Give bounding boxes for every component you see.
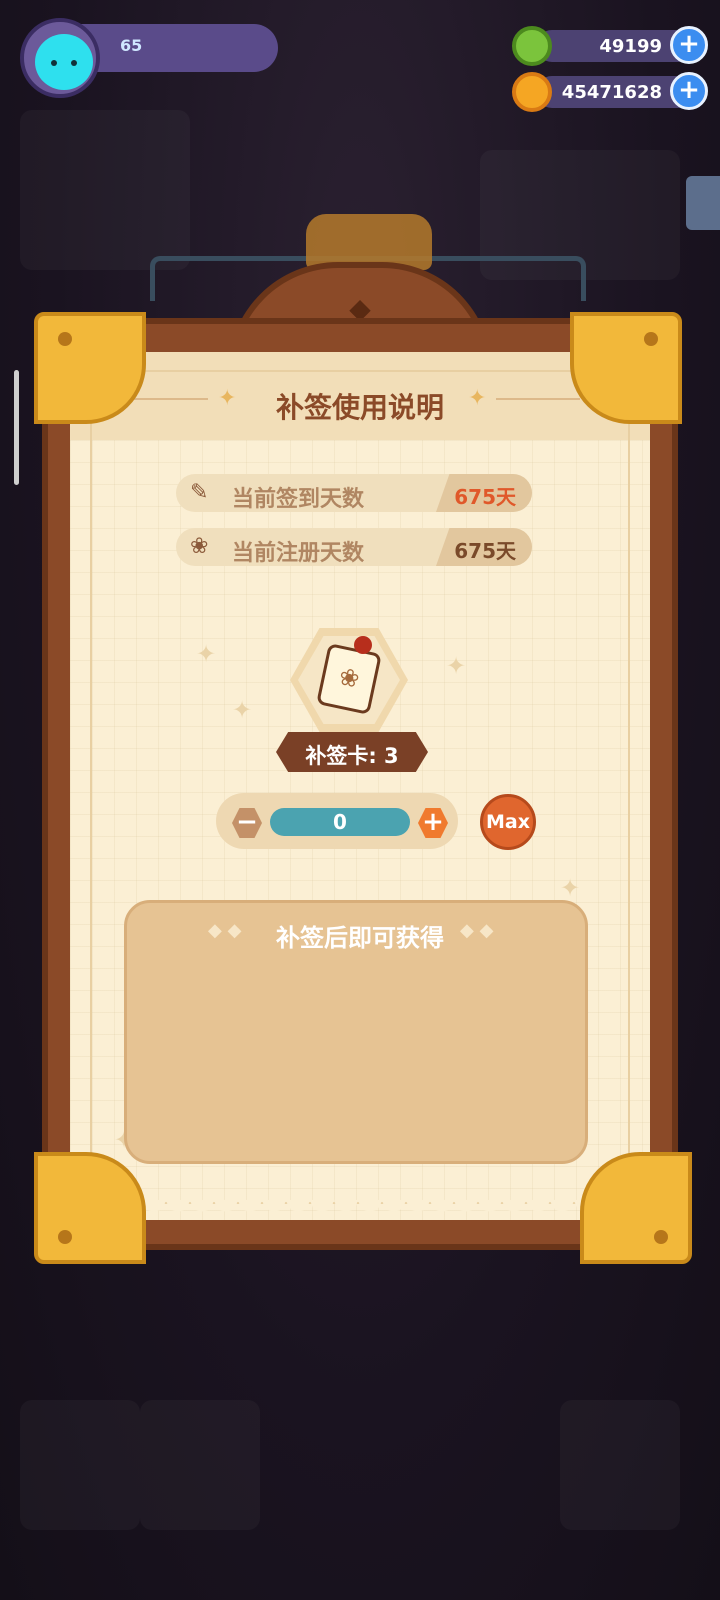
rivet <box>58 1230 72 1244</box>
side-tab-button[interactable] <box>686 176 720 230</box>
green-donut-icon <box>512 26 552 66</box>
stat-value: 675天 <box>454 539 516 563</box>
paw-icon: ❀ <box>190 534 209 559</box>
tassel-icon <box>354 636 372 654</box>
background-decoration <box>140 1400 260 1530</box>
player-level: 65 <box>120 36 143 55</box>
add-coin-button[interactable]: + <box>670 72 708 110</box>
checkin-days-stat: ✎ 当前签到天数 675天 <box>176 474 532 512</box>
currency-value: 45471628 <box>561 82 662 103</box>
card-count-label: 补签卡: 3 <box>305 744 399 768</box>
rivet <box>654 1230 668 1244</box>
planet-coin-icon <box>512 72 552 112</box>
background-decoration <box>560 1400 680 1530</box>
eye-icon <box>51 60 57 66</box>
player-info[interactable]: 65 <box>20 18 278 98</box>
max-button[interactable]: Max <box>480 794 536 850</box>
rivet <box>644 332 658 346</box>
quantity-value[interactable]: 0 <box>270 808 410 836</box>
stat-value: 675天 <box>454 485 516 509</box>
scallop-edge <box>70 1200 650 1224</box>
frame-corner <box>580 1152 692 1264</box>
rivet <box>58 332 72 346</box>
sparkle-icon: ✦ <box>196 640 217 668</box>
sparkle-icon: ✦ <box>560 874 581 902</box>
pencil-icon: ✎ <box>190 480 209 505</box>
sparkle-icon: ✦ <box>446 652 467 680</box>
stat-label: 当前签到天数 <box>232 487 365 512</box>
stat-label: 当前注册天数 <box>232 541 365 566</box>
dialog-title: 补签使用说明 <box>275 391 444 424</box>
avatar <box>35 34 93 90</box>
currency-value: 49199 <box>599 36 662 57</box>
side-scroll-handle[interactable] <box>14 370 19 485</box>
register-days-stat: ❀ 当前注册天数 675天 <box>176 528 532 566</box>
currency-donut: 49199 + <box>512 26 708 66</box>
background-decoration <box>20 110 190 270</box>
eye-icon <box>71 60 77 66</box>
add-donut-button[interactable]: + <box>670 26 708 64</box>
sparkle-icon: ✦ <box>232 696 253 724</box>
currency-coin: 45471628 + <box>512 72 708 112</box>
background-decoration <box>20 1400 140 1530</box>
avatar-frame[interactable] <box>20 18 100 98</box>
reward-title: 补签后即可获得 <box>276 924 444 952</box>
title-divider <box>124 398 208 400</box>
